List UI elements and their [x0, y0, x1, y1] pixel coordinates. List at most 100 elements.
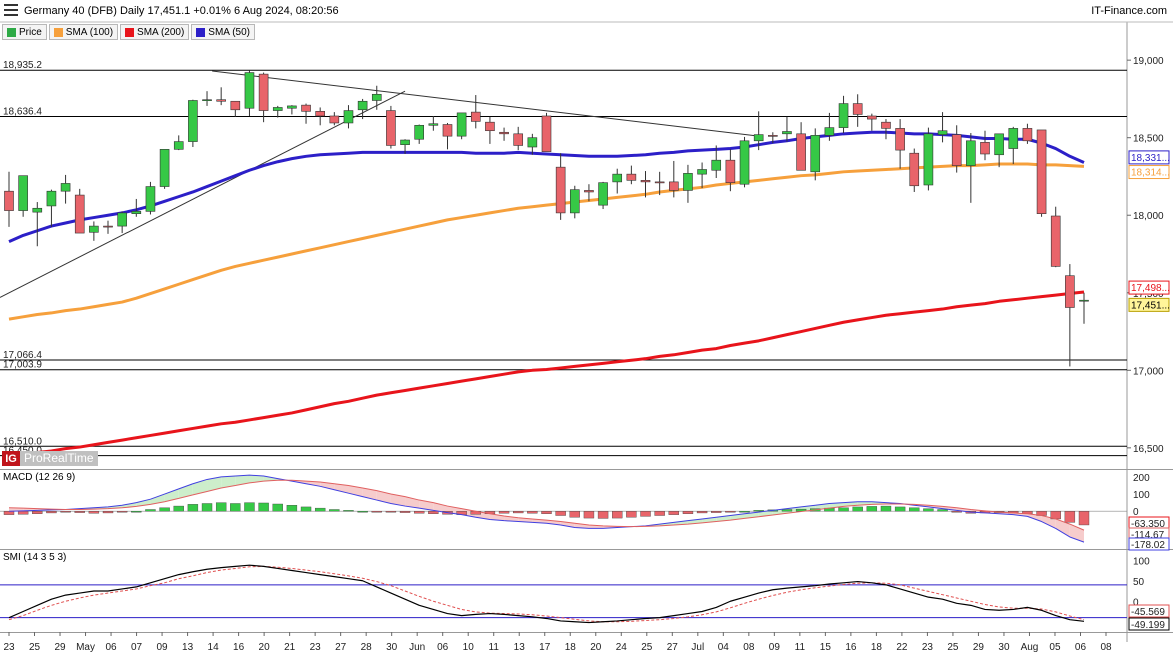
macd-histogram-bar	[116, 511, 128, 513]
candle-body	[74, 194, 85, 234]
candle-body	[103, 225, 113, 228]
candle-body	[117, 212, 127, 227]
candle-body	[824, 127, 835, 136]
macd-histogram-bar	[428, 511, 439, 514]
candle-body	[315, 111, 325, 117]
candle-body	[640, 180, 651, 183]
candle-body	[711, 159, 722, 171]
candle-body	[810, 135, 821, 173]
x-tick-label: 13	[182, 642, 194, 653]
macd-title: MACD (12 26 9)	[3, 472, 76, 483]
legend-sma200-swatch	[125, 27, 135, 37]
x-tick-label: 08	[743, 642, 755, 653]
legend-price-swatch	[7, 27, 16, 37]
macd-histogram-bar	[329, 509, 340, 512]
x-tick-label: 04	[718, 642, 730, 653]
legend-sma200[interactable]: SMA (200)	[120, 24, 190, 40]
legend-sma100-label: SMA (100)	[65, 26, 114, 38]
prorealtime-logo: IG ProRealTime	[2, 451, 98, 466]
candle-body	[895, 128, 905, 151]
macd-histogram-bar	[894, 506, 906, 512]
candle-body	[697, 169, 707, 175]
legend-sma100-swatch	[53, 27, 63, 37]
x-tick-label: 25	[641, 642, 653, 653]
instrument-title: Germany 40 (DFB) Daily 17,451.1 +0.01% 6…	[24, 5, 339, 17]
macd-histogram-bar	[399, 511, 411, 513]
smi-signal-line	[8, 565, 1085, 623]
macd-histogram-bar	[498, 511, 510, 514]
logo-text: ProRealTime	[20, 451, 98, 466]
macd-histogram-bar	[3, 511, 15, 515]
candle-body	[400, 139, 410, 145]
menu-icon[interactable]	[4, 4, 18, 16]
x-tick-label: 28	[361, 642, 373, 653]
price-tag-label: 18,314...	[1131, 168, 1170, 179]
horizontal-level-label: 18,636.4	[3, 107, 42, 118]
macd-histogram-bar	[951, 511, 962, 513]
macd-histogram-bar	[230, 503, 241, 512]
candle-body	[725, 159, 736, 183]
candle-body	[46, 190, 57, 207]
legend-price[interactable]: Price	[2, 24, 47, 40]
legend-sma50[interactable]: SMA (50)	[191, 24, 255, 40]
candle-body	[442, 124, 453, 137]
candle-body	[669, 181, 679, 191]
x-tick-label: 20	[259, 642, 271, 653]
x-tick-label: May	[76, 642, 95, 653]
legend-sma100[interactable]: SMA (100)	[48, 24, 119, 40]
x-tick-label: 05	[1049, 642, 1061, 653]
sma200-line	[8, 290, 1085, 458]
smi-value-tag-label: -49.199	[1131, 620, 1165, 631]
x-tick-label: Aug	[1021, 642, 1039, 653]
macd-histogram-bar	[131, 511, 142, 513]
macd-histogram-bar	[88, 511, 100, 514]
candle-body	[60, 183, 71, 192]
macd-histogram-bar	[527, 511, 538, 514]
chart-canvas: 19,00018,50018,00017,50017,00016,50018,9…	[0, 21, 1173, 653]
macd-histogram-bar	[60, 511, 71, 513]
candle-body	[301, 104, 311, 112]
x-tick-label: 22	[896, 642, 908, 653]
candle-body	[287, 105, 297, 109]
candle-body	[414, 124, 424, 140]
macd-y-tick-label: 100	[1133, 490, 1150, 501]
candle-body	[1079, 299, 1089, 302]
macd-histogram-bar	[626, 511, 637, 518]
candle-body	[683, 173, 693, 191]
candle-body	[980, 142, 990, 155]
candle-body	[966, 140, 976, 166]
macd-histogram-bar	[682, 511, 694, 514]
x-tick-label: 13	[514, 642, 526, 653]
macd-histogram-bar	[725, 511, 736, 513]
candle-body	[612, 173, 623, 183]
macd-histogram-bar	[866, 506, 878, 512]
macd-histogram-bar	[74, 511, 85, 513]
x-tick-label: Jun	[409, 642, 425, 653]
candle-body	[244, 72, 255, 109]
macd-histogram-bar	[1064, 511, 1076, 523]
candle-body	[470, 111, 481, 122]
y-tick-label: 16,500	[1133, 444, 1164, 455]
candle-body	[1008, 128, 1019, 149]
x-tick-label: 24	[616, 642, 628, 653]
candle-body	[753, 134, 764, 142]
legend-price-label: Price	[19, 26, 42, 38]
macd-histogram-bar	[937, 509, 948, 512]
candle-body	[159, 149, 170, 187]
macd-histogram-bar	[17, 511, 29, 515]
macd-histogram-bar	[597, 511, 609, 519]
macd-histogram-bar	[781, 509, 793, 512]
candle-body	[216, 99, 226, 102]
candle-body	[188, 100, 198, 142]
candle-body	[89, 225, 99, 233]
candle-body	[867, 115, 877, 120]
x-tick-label: 16	[845, 642, 857, 653]
macd-histogram-bar	[612, 511, 623, 519]
x-tick-label: 25	[29, 642, 41, 653]
macd-histogram-bar	[215, 502, 227, 512]
x-tick-label: 21	[284, 642, 296, 653]
x-tick-label: 23	[3, 642, 15, 653]
x-tick-label: 30	[386, 642, 398, 653]
candle-body	[541, 115, 552, 152]
macd-histogram-bar	[343, 510, 354, 512]
